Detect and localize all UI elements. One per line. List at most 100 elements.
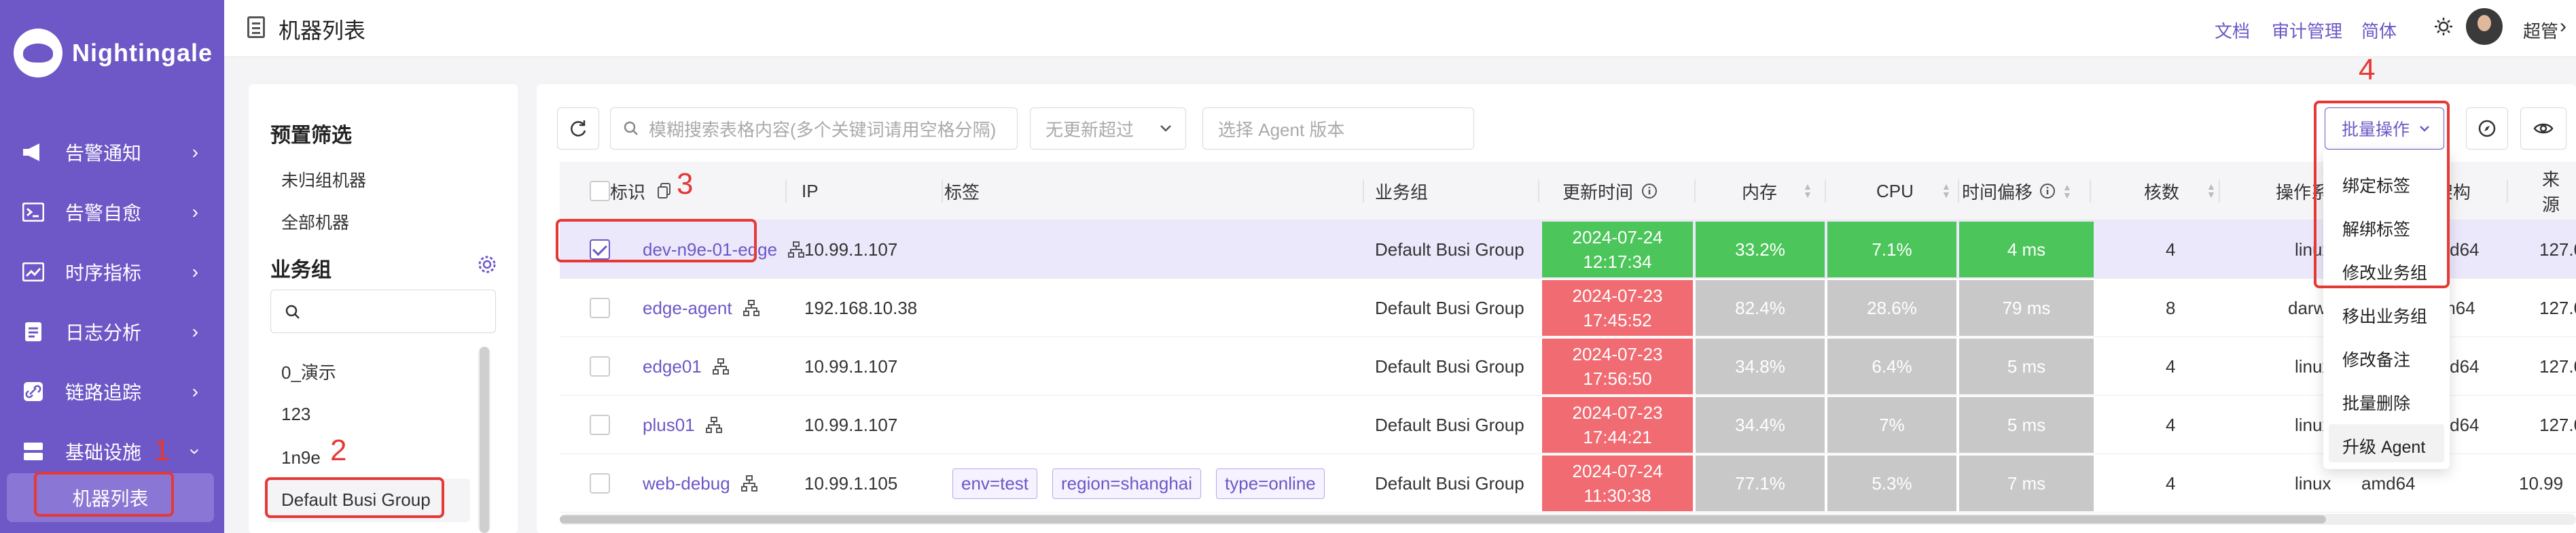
info-icon xyxy=(1641,183,1658,199)
chevron-down-icon xyxy=(1158,120,1173,135)
username[interactable]: 超管 xyxy=(2523,18,2558,43)
annotation-number-1: 1 xyxy=(154,434,171,467)
language-switch[interactable]: 简体 xyxy=(2361,18,2397,43)
sidebar-item-alert-notify[interactable]: 告警通知 › xyxy=(0,122,224,182)
col-memory[interactable]: 内存 ▲ ▼ xyxy=(1742,162,1812,220)
topology-icon[interactable] xyxy=(743,300,759,316)
row-ident[interactable]: plus01 xyxy=(643,396,722,454)
info-icon xyxy=(2039,183,2056,199)
sort-icon: ▲ ▼ xyxy=(2062,182,2072,201)
sort-icon: ▲ ▼ xyxy=(1942,181,1951,200)
col-update-time[interactable]: 更新时间 xyxy=(1562,162,1658,220)
col-ip[interactable]: IP xyxy=(802,162,819,220)
row-checkbox[interactable] xyxy=(590,473,610,494)
topology-icon[interactable] xyxy=(788,241,805,258)
cpu-cell: 5.3% xyxy=(1827,455,1956,511)
settings-icon[interactable] xyxy=(477,254,497,275)
megaphone-icon xyxy=(20,142,46,162)
chevron-right-icon: › xyxy=(192,261,198,282)
preset-ungrouped[interactable]: 未归组机器 xyxy=(281,167,366,192)
tag-badge[interactable]: type=online xyxy=(1216,468,1325,499)
sidebar-item-label: 链路追踪 xyxy=(65,382,142,403)
row-checkbox[interactable] xyxy=(590,298,610,318)
search-icon xyxy=(623,120,639,137)
group-item[interactable]: 1n9e xyxy=(281,447,321,468)
update-time-cell: 2024-07-23 17:45:52 xyxy=(1542,280,1693,336)
col-cpu[interactable]: CPU ▲ ▼ xyxy=(1876,162,1951,220)
menu-item-remove-from-group[interactable]: 移出业务组 xyxy=(2342,303,2427,328)
col-source[interactable]: 来源 xyxy=(2542,162,2576,220)
table-row[interactable]: dev-n9e-01-edge 10.99.1.107 Default Busi… xyxy=(560,220,2576,279)
group-item[interactable]: 0_演示 xyxy=(281,359,336,384)
column-visibility-button[interactable] xyxy=(2520,107,2566,150)
sun-icon[interactable] xyxy=(2433,16,2454,37)
col-ident[interactable]: 标识 xyxy=(610,162,671,220)
row-ident[interactable]: edge01 xyxy=(643,337,729,396)
row-cores: 8 xyxy=(2166,297,2176,318)
annotation-number-2: 2 xyxy=(330,434,347,467)
cpu-cell: 7% xyxy=(1827,397,1956,453)
column-separator xyxy=(1958,179,1959,203)
chevron-right-icon: › xyxy=(192,201,198,222)
chevron-right-icon: › xyxy=(192,141,198,162)
table-row[interactable]: edge01 10.99.1.107 Default Busi Group 20… xyxy=(560,337,2576,396)
sidebar-item-label: 告警通知 xyxy=(65,143,142,164)
annotation-number-4: 4 xyxy=(2359,53,2376,86)
sidebar-item-tracing[interactable]: 链路追踪 › xyxy=(0,362,224,422)
table-row[interactable]: web-debug 10.99.1.105 env=test region=sh… xyxy=(560,454,2576,513)
menu-item-edit-note[interactable]: 修改备注 xyxy=(2342,347,2410,371)
group-search-input[interactable] xyxy=(270,290,496,333)
offset-cell: 5 ms xyxy=(1959,397,2094,453)
preset-all[interactable]: 全部机器 xyxy=(281,209,349,234)
column-separator xyxy=(2090,179,2091,203)
memory-cell: 34.4% xyxy=(1696,397,1825,453)
refresh-button[interactable] xyxy=(557,107,599,150)
topology-icon[interactable] xyxy=(740,475,757,492)
tag-badge[interactable]: region=shanghai xyxy=(1052,468,1202,499)
col-group[interactable]: 业务组 xyxy=(1375,162,1428,220)
table-row[interactable]: plus01 10.99.1.107 Default Busi Group 20… xyxy=(560,396,2576,454)
row-ip: 192.168.10.38 xyxy=(804,297,918,318)
refresh-icon xyxy=(569,119,588,138)
column-separator xyxy=(2507,179,2508,203)
row-checkbox[interactable] xyxy=(590,415,610,435)
copy-icon[interactable] xyxy=(658,183,671,199)
page-title: 机器列表 xyxy=(279,18,366,43)
compass-button[interactable] xyxy=(2466,107,2508,150)
menu-item-upgrade-agent[interactable]: 升级 Agent xyxy=(2342,434,2425,458)
row-ip: 10.99.1.105 xyxy=(804,472,898,494)
brand[interactable]: Nightingale xyxy=(14,26,213,80)
select-all-checkbox[interactable] xyxy=(590,181,610,201)
update-time-cell: 2024-07-23 17:44:21 xyxy=(1542,397,1693,453)
audit-link[interactable]: 审计管理 xyxy=(2272,18,2342,43)
header: 机器列表 文档 审计管理 简体 xyxy=(224,0,2576,57)
table-row[interactable]: edge-agent 192.168.10.38 Default Busi Gr… xyxy=(560,279,2576,337)
topology-icon[interactable] xyxy=(712,358,729,375)
sidebar-item-alert-heal[interactable]: 告警自愈 › xyxy=(0,182,224,242)
row-cores: 4 xyxy=(2166,356,2176,377)
update-time-cell: 2024-07-24 12:17:34 xyxy=(1542,222,1693,277)
sidebar-item-metrics[interactable]: 时序指标 › xyxy=(0,242,224,302)
row-checkbox[interactable] xyxy=(590,356,610,377)
topology-icon[interactable] xyxy=(705,417,722,433)
col-tags[interactable]: 标签 xyxy=(944,162,980,220)
row-ident[interactable]: edge-agent xyxy=(643,279,759,337)
table-horizontal-scrollbar[interactable] xyxy=(560,514,2576,525)
row-group: Default Busi Group xyxy=(1375,297,1524,318)
column-separator xyxy=(942,179,943,203)
col-cores[interactable]: 核数 ▲ ▼ xyxy=(2144,162,2216,220)
menu-item-batch-delete[interactable]: 批量删除 xyxy=(2342,390,2410,415)
sidebar-item-logs[interactable]: 日志分析 › xyxy=(0,302,224,362)
preset-filter-title: 预置筛选 xyxy=(270,124,352,147)
row-ident[interactable]: web-debug xyxy=(643,454,757,513)
group-item[interactable]: 123 xyxy=(281,404,310,425)
col-time-offset[interactable]: 时间偏移 ▲ ▼ xyxy=(1962,162,2072,220)
highlight-box-1 xyxy=(34,472,174,517)
agent-version-select[interactable]: 选择 Agent 版本 xyxy=(1202,107,1474,150)
tag-badge[interactable]: env=test xyxy=(952,468,1038,499)
avatar[interactable] xyxy=(2466,8,2503,45)
table-search-input[interactable]: 模糊搜索表格内容(多个关键词请用空格分隔) xyxy=(610,107,1018,150)
docs-link[interactable]: 文档 xyxy=(2215,18,2250,43)
group-scrollbar[interactable] xyxy=(478,347,490,533)
update-filter-select[interactable]: 无更新超过 xyxy=(1030,107,1186,150)
